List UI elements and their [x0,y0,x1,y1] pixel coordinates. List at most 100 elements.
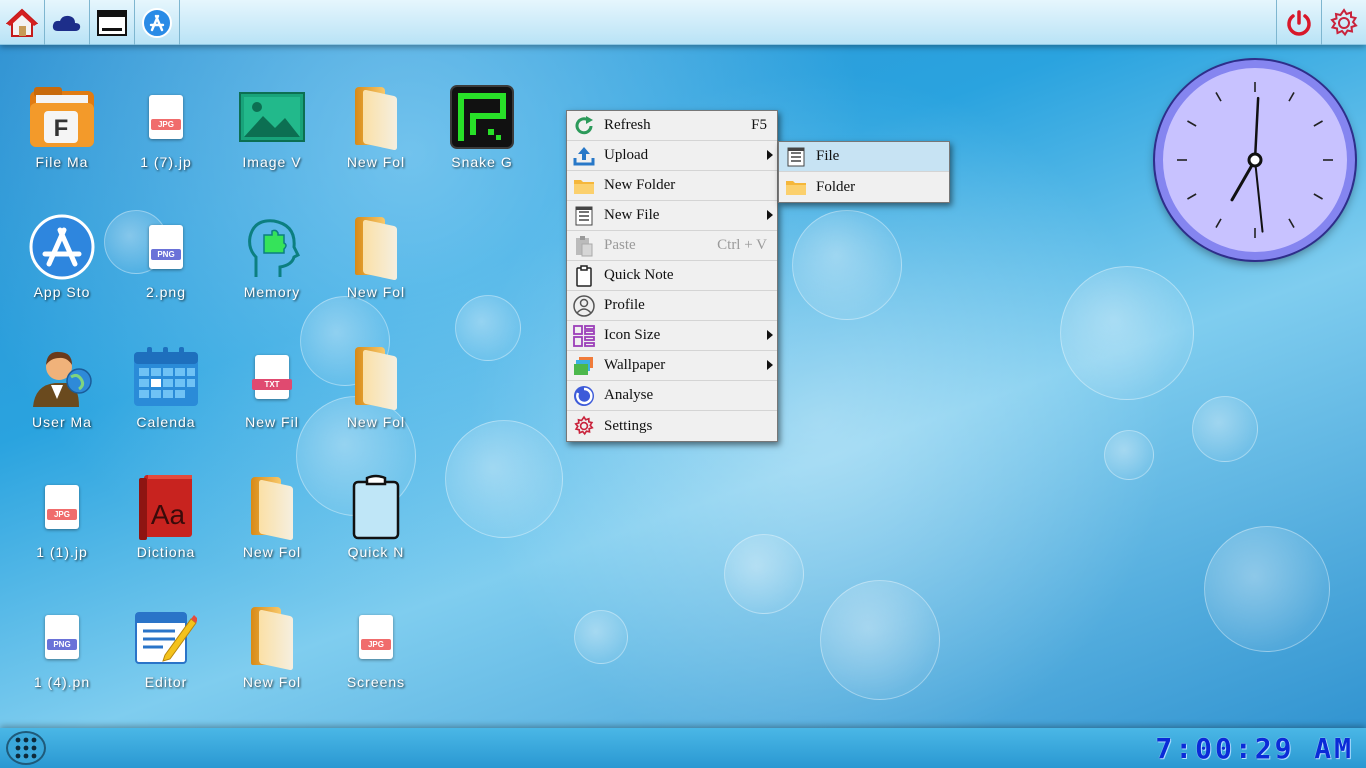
upload-icon [573,146,595,165]
settings-icon [574,415,594,436]
menu-item-settings[interactable]: Settings [567,411,777,441]
desktop-icon-memory[interactable]: Memory [222,206,322,316]
desktop-icon-image-viewer[interactable]: Image V [222,76,322,186]
desktop-icon-label: Quick N [347,544,405,560]
menu-item-paste[interactable]: Paste Ctrl + V [567,231,777,261]
desktop-icon-folder[interactable]: New Fol [222,596,322,706]
folder-icon [355,217,397,281]
home-button[interactable] [0,0,45,45]
desktop-icon-label: 1 (7).jp [140,154,192,170]
app-store-button[interactable] [135,0,180,45]
file-icon [787,147,805,166]
jpg-file-icon: JPG [45,485,79,529]
wallpaper-icon [574,356,593,375]
icon-size-icon [573,324,595,347]
clock-tick [1313,193,1323,200]
menu-item-refresh[interactable]: Refresh F5 [567,111,777,141]
submenu-arrow-icon [767,330,773,340]
analog-clock-widget [1155,60,1355,260]
desktop-icon-label: New Fol [242,674,302,690]
desktop-icon-png-file[interactable]: PNG 2.png [116,206,216,316]
second-hand [1254,159,1264,233]
desktop-icon-label: File Ma [35,154,89,170]
menu-item-analyse[interactable]: Analyse [567,381,777,411]
png-file-icon: PNG [149,225,183,269]
settings-button[interactable] [1321,0,1366,45]
desktop-icon-file-manager[interactable]: F File Ma [12,76,112,186]
context-menu: Refresh F5 Upload New Folder New File Pa… [566,110,778,442]
desktop-icon-snake-game[interactable]: Snake G [432,76,532,186]
window-button[interactable] [90,0,135,45]
power-icon [1287,9,1311,36]
svg-text:Aa: Aa [151,499,186,530]
desktop-icon-png-file[interactable]: PNG 1 (4).pn [12,596,112,706]
menu-item-new-file[interactable]: New File [567,201,777,231]
desktop-icon-label: New Fol [346,154,406,170]
app-launcher-button[interactable] [6,731,46,765]
folder-icon [355,347,397,411]
quick-note-icon [352,474,400,540]
desktop-icon-label: Screens [346,674,406,690]
new-folder-icon [574,179,594,194]
png-file-icon: PNG [45,615,79,659]
txt-file-icon: TXT [252,355,292,399]
desktop-icon-label: Memory [243,284,301,300]
submenu-arrow-icon [767,150,773,160]
calendar-icon [134,347,198,406]
desktop-icon-label: Dictiona [136,544,196,560]
clock-tick [1288,92,1295,102]
menu-item-quick-note[interactable]: Quick Note [567,261,777,291]
new-file-icon [575,206,593,225]
desktop-icon-folder[interactable]: New Fol [326,336,426,446]
desktop-icon-quick-note[interactable]: Quick N [326,466,426,576]
snake-game-icon [450,85,514,149]
clock-face [1177,82,1333,238]
bottom-taskbar: 7:00:29 AM [0,728,1366,768]
desktop-icon-user-manager[interactable]: User Ma [12,336,112,446]
menu-item-upload[interactable]: Upload [567,141,777,171]
menu-item-wallpaper[interactable]: Wallpaper [567,351,777,381]
power-button[interactable] [1276,0,1321,45]
app-store-icon [142,7,172,38]
menu-item-profile[interactable]: Profile [567,291,777,321]
jpg-file-icon: JPG [359,615,393,659]
desktop-icon-calendar[interactable]: Calenda [116,336,216,446]
desktop-icon-label: New Fol [242,544,302,560]
desktop-icon-app-store[interactable]: App Sto [12,206,112,316]
desktop-icon-txt-file[interactable]: TXT New Fil [222,336,322,446]
user-manager-icon [33,351,92,407]
folder-icon [786,181,806,195]
desktop-icon-jpg-file[interactable]: JPG Screens [326,596,426,706]
quick-note-icon [576,264,592,287]
desktop-icon-jpg-file[interactable]: JPG 1 (7).jp [116,76,216,186]
desktop-icon-label: New Fol [346,414,406,430]
cloud-button[interactable] [45,0,90,45]
image-viewer-icon [239,92,305,142]
file-manager-icon: F [30,87,94,147]
desktop-icon-folder[interactable]: New Fol [326,206,426,316]
desktop-icon-label: Calenda [136,414,196,430]
clock-tick [1187,120,1197,127]
folder-icon [355,87,397,151]
home-icon [6,8,38,37]
desktop-icon-folder[interactable]: New Fol [326,76,426,186]
clock-tick [1215,92,1222,102]
menu-item-icon-size[interactable]: Icon Size [567,321,777,351]
desktop-icon-jpg-file[interactable]: JPG 1 (1).jp [12,466,112,576]
clock-tick [1288,218,1295,228]
dictionary-icon: Aa [139,475,192,540]
top-taskbar [0,0,1366,45]
desktop-icon-folder[interactable]: New Fol [222,466,322,576]
submenu-item-file[interactable]: File [779,142,949,172]
clock-tick [1215,218,1222,228]
desktop-icon-dictionary[interactable]: Aa Dictiona [116,466,216,576]
refresh-icon [575,115,593,134]
submenu-arrow-icon [767,210,773,220]
desktop-icon-label: Image V [242,154,302,170]
desktop-icon-editor[interactable]: Editor [116,596,216,706]
menu-item-new-folder[interactable]: New Folder [567,171,777,201]
paste-icon [576,235,593,256]
submenu-arrow-icon [767,360,773,370]
profile-icon [573,294,595,317]
submenu-item-folder[interactable]: Folder [779,172,949,202]
